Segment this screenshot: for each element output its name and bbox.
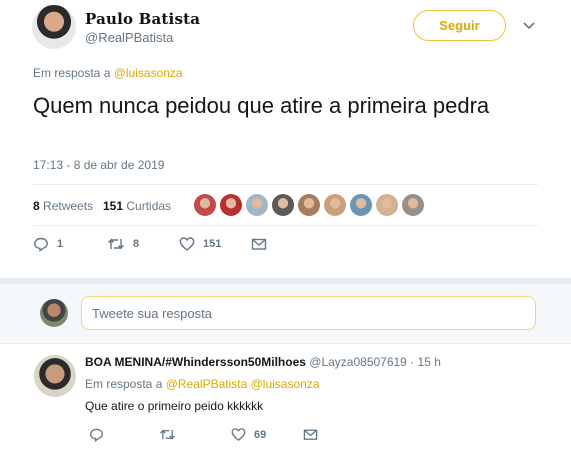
reply-count: 1	[57, 238, 64, 250]
likes-count: 151	[103, 199, 124, 213]
reply-icon	[34, 237, 48, 252]
like-count: 151	[203, 238, 222, 250]
author-avatar[interactable]	[32, 5, 76, 49]
reply-time[interactable]: 15 h	[418, 355, 441, 369]
likes-label: Curtidas	[126, 199, 172, 213]
liker-avatar[interactable]	[324, 194, 346, 216]
reply-author-avatar[interactable]	[34, 355, 76, 397]
tweet-text: Quem nunca peidou que atire a primeira p…	[33, 93, 490, 118]
liker-avatar[interactable]	[194, 194, 216, 216]
reply-actions: 69	[85, 427, 345, 445]
reply-to-link[interactable]: @luisasonza	[114, 66, 183, 80]
reply-like-count: 69	[254, 428, 267, 441]
reply-prefix: Em resposta a	[33, 66, 114, 80]
liker-avatar[interactable]	[376, 194, 398, 216]
envelope-icon	[251, 238, 267, 250]
retweets-label: Retweets	[43, 199, 94, 213]
liker-avatar[interactable]	[246, 194, 268, 216]
tweet-stats: 8 Retweets 151 Curtidas	[33, 184, 538, 226]
reply-reply-action[interactable]	[89, 427, 104, 442]
current-user-avatar	[40, 299, 68, 327]
reply-composer: Tweete sua resposta	[0, 284, 571, 344]
heart-icon	[231, 428, 246, 441]
tweet-detail: Paulo Batista @RealPBatista Seguir Em re…	[0, 0, 571, 278]
envelope-icon	[303, 429, 318, 440]
retweet-icon	[108, 238, 124, 250]
retweets-stat[interactable]: 8 Retweets	[33, 199, 93, 213]
reply-to-link-2[interactable]: @luisasonza	[251, 377, 320, 391]
retweets-count: 8	[33, 199, 40, 213]
reply-like-action[interactable]: 69	[231, 427, 266, 442]
retweet-icon	[160, 429, 175, 440]
retweet-action[interactable]: 8	[107, 236, 139, 252]
retweet-count: 8	[133, 238, 140, 250]
reply-separator: ·	[406, 355, 418, 369]
reply-header: BOA MENINA/#Whindersson50Milhoes @Layza0…	[85, 355, 441, 369]
like-action[interactable]: 151	[179, 236, 221, 252]
tweet-timestamp[interactable]: 17:13 - 8 de abr de 2019	[33, 158, 164, 172]
message-action[interactable]	[251, 236, 267, 252]
reply-action[interactable]: 1	[33, 236, 63, 252]
author-name[interactable]: Paulo Batista	[85, 10, 200, 28]
reply-text: Que atire o primeiro peido kkkkkk	[85, 399, 264, 413]
reply-context: Em resposta a @luisasonza	[33, 66, 183, 80]
heart-icon	[179, 237, 195, 251]
reply-author-name[interactable]: BOA MENINA/#Whindersson50Milhoes	[85, 355, 306, 369]
follow-button[interactable]: Seguir	[413, 10, 506, 41]
liker-avatar[interactable]	[298, 194, 320, 216]
reply-author-handle[interactable]: @Layza08507619	[309, 355, 407, 369]
reply-icon	[90, 428, 103, 442]
author-handle[interactable]: @RealPBatista	[85, 30, 173, 45]
reply-message-action[interactable]	[303, 427, 318, 442]
tweet-actions: 1 8 151	[33, 236, 353, 260]
liker-avatar[interactable]	[402, 194, 424, 216]
reply-to-link-1[interactable]: @RealPBatista	[166, 377, 248, 391]
reply-prefix: Em resposta a	[85, 377, 166, 391]
reply-tweet[interactable]: BOA MENINA/#Whindersson50Milhoes @Layza0…	[0, 345, 571, 452]
reply-retweet-action[interactable]	[159, 427, 176, 442]
chevron-down-icon[interactable]	[522, 18, 536, 32]
likes-stat[interactable]: 151 Curtidas	[103, 199, 171, 213]
reply-input[interactable]: Tweete sua resposta	[81, 296, 536, 330]
liker-avatar[interactable]	[350, 194, 372, 216]
liker-avatar[interactable]	[272, 194, 294, 216]
reply-context: Em resposta a @RealPBatista @luisasonza	[85, 377, 320, 391]
liker-avatar[interactable]	[220, 194, 242, 216]
